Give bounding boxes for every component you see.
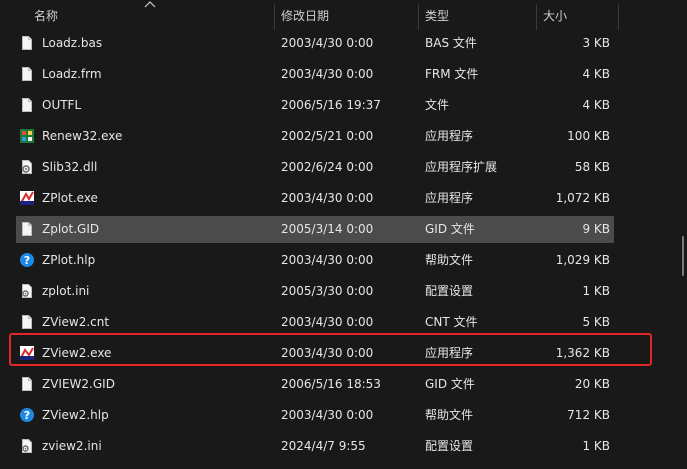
file-type: 应用程序 xyxy=(425,129,474,143)
file-name: ZVIEW2.GID xyxy=(42,377,115,391)
file-type: 应用程序扩展 xyxy=(425,160,498,174)
file-date: 2003/4/30 0:00 xyxy=(281,346,374,360)
file-name: Zplot.GID xyxy=(42,222,100,236)
column-divider[interactable] xyxy=(536,4,537,30)
file-name: zview2.ini xyxy=(42,439,102,453)
file-size: 5 KB xyxy=(582,315,610,329)
file-name: ZPlot.hlp xyxy=(42,253,96,267)
file-name: Renew32.exe xyxy=(42,129,123,143)
zplot-app-icon xyxy=(19,190,35,206)
file-row[interactable]: ? ZView2.hlp 2003/4/30 0:00 帮助文件 712 KB xyxy=(16,402,614,429)
file-type: CNT 文件 xyxy=(425,315,478,329)
file-name: zplot.ini xyxy=(42,284,90,298)
file-date: 2002/6/24 0:00 xyxy=(281,160,374,174)
file-name: ZView2.hlp xyxy=(42,408,109,422)
file-size: 4 KB xyxy=(582,98,610,112)
file-type: 帮助文件 xyxy=(425,408,474,422)
file-row[interactable]: zview2.ini 2024/4/7 9:55 配置设置 1 KB xyxy=(16,433,614,460)
column-header-date[interactable]: 修改日期 xyxy=(281,0,329,30)
help-icon: ? xyxy=(19,252,35,268)
file-date: 2003/4/30 0:00 xyxy=(281,253,374,267)
svg-text:?: ? xyxy=(24,254,30,267)
file-name: OUTFL xyxy=(42,98,82,112)
file-date: 2003/4/30 0:00 xyxy=(281,191,374,205)
file-name: Loadz.bas xyxy=(42,36,103,50)
file-date: 2003/4/30 0:00 xyxy=(281,67,374,81)
file-type: 应用程序 xyxy=(425,191,474,205)
file-size: 4 KB xyxy=(582,67,610,81)
file-row[interactable]: ZVIEW2.GID 2006/5/16 18:53 GID 文件 20 KB xyxy=(16,371,614,398)
file-name: ZView2.exe xyxy=(42,346,112,360)
file-row-highlighted[interactable]: ZView2.exe 2003/4/30 0:00 应用程序 1,362 KB xyxy=(16,340,614,367)
file-row[interactable]: ? ZPlot.hlp 2003/4/30 0:00 帮助文件 1,029 KB xyxy=(16,247,614,274)
file-row[interactable]: Loadz.bas 2003/4/30 0:00 BAS 文件 3 KB xyxy=(16,30,614,57)
column-divider[interactable] xyxy=(618,4,619,30)
file-row[interactable]: ZPlot.exe 2003/4/30 0:00 应用程序 1,072 KB xyxy=(16,185,614,212)
file-size: 1,029 KB xyxy=(555,253,610,267)
zview-app-icon xyxy=(19,345,35,361)
scrollbar-thumb[interactable] xyxy=(682,236,684,276)
file-size: 1,072 KB xyxy=(555,191,610,205)
vertical-scrollbar[interactable] xyxy=(679,0,687,469)
file-type: 应用程序 xyxy=(425,346,474,360)
file-row[interactable]: Loadz.frm 2003/4/30 0:00 FRM 文件 4 KB xyxy=(16,61,614,88)
file-type: 文件 xyxy=(425,98,450,112)
file-row[interactable]: Slib32.dll 2002/6/24 0:00 应用程序扩展 58 KB xyxy=(16,154,614,181)
file-name: Slib32.dll xyxy=(42,160,98,174)
settings-file-icon xyxy=(19,283,35,299)
column-header-bar: 名称 修改日期 类型 大小 xyxy=(0,0,687,30)
file-row[interactable]: zplot.ini 2005/3/30 0:00 配置设置 1 KB xyxy=(16,278,614,305)
file-type: GID 文件 xyxy=(425,222,475,236)
file-row[interactable]: OUTFL 2006/5/16 19:37 文件 4 KB xyxy=(16,92,614,119)
file-date: 2003/4/30 0:00 xyxy=(281,408,374,422)
file-name: ZView2.cnt xyxy=(42,315,110,329)
sort-ascending-icon xyxy=(144,1,156,8)
document-icon xyxy=(19,66,35,82)
file-type: FRM 文件 xyxy=(425,67,479,81)
help-icon: ? xyxy=(19,407,35,423)
file-type: BAS 文件 xyxy=(425,36,477,50)
file-date: 2003/4/30 0:00 xyxy=(281,315,374,329)
file-date: 2003/4/30 0:00 xyxy=(281,36,374,50)
file-row[interactable]: Renew32.exe 2002/5/21 0:00 应用程序 100 KB xyxy=(16,123,614,150)
file-type: GID 文件 xyxy=(425,377,475,391)
file-type: 配置设置 xyxy=(425,284,474,298)
file-date: 2002/5/21 0:00 xyxy=(281,129,374,143)
file-row-selected[interactable]: Zplot.GID 2005/3/14 0:00 GID 文件 9 KB xyxy=(16,216,614,243)
file-type: 帮助文件 xyxy=(425,253,474,267)
file-row[interactable]: ZView2.cnt 2003/4/30 0:00 CNT 文件 5 KB xyxy=(16,309,614,336)
column-header-type[interactable]: 类型 xyxy=(425,0,449,30)
file-size: 1 KB xyxy=(582,439,610,453)
document-icon xyxy=(19,221,35,237)
file-size: 58 KB xyxy=(574,160,610,174)
document-icon xyxy=(19,376,35,392)
file-size: 100 KB xyxy=(567,129,610,143)
document-icon xyxy=(19,314,35,330)
document-icon xyxy=(19,35,35,51)
file-size: 20 KB xyxy=(574,377,610,391)
file-size: 3 KB xyxy=(582,36,610,50)
file-date: 2005/3/30 0:00 xyxy=(281,284,374,298)
file-size: 9 KB xyxy=(582,222,610,236)
file-name: Loadz.frm xyxy=(42,67,102,81)
column-header-name[interactable]: 名称 xyxy=(34,0,58,30)
file-size: 1 KB xyxy=(582,284,610,298)
column-header-size[interactable]: 大小 xyxy=(543,0,567,30)
file-type: 配置设置 xyxy=(425,439,474,453)
file-name: ZPlot.exe xyxy=(42,191,98,205)
column-divider[interactable] xyxy=(274,4,275,30)
file-date: 2005/3/14 0:00 xyxy=(281,222,374,236)
file-date: 2024/4/7 9:55 xyxy=(281,439,366,453)
file-size: 712 KB xyxy=(567,408,610,422)
dll-gear-icon xyxy=(19,159,35,175)
renew-app-icon xyxy=(19,128,35,144)
file-date: 2006/5/16 18:53 xyxy=(281,377,381,391)
file-date: 2006/5/16 19:37 xyxy=(281,98,381,112)
document-icon xyxy=(19,97,35,113)
column-divider[interactable] xyxy=(418,4,419,30)
svg-text:?: ? xyxy=(24,409,30,422)
file-size: 1,362 KB xyxy=(555,346,610,360)
settings-file-icon xyxy=(19,438,35,454)
